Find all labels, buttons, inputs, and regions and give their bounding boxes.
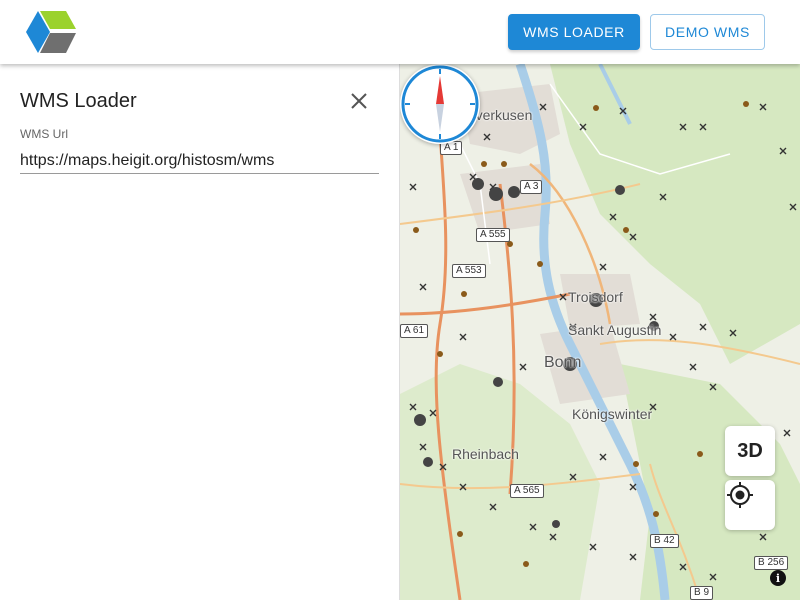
road-shield: A 3 [520, 180, 543, 194]
place-label-bonn: Bonn [544, 354, 582, 371]
road-shield: A 553 [452, 264, 486, 278]
wms-loader-button[interactable]: WMS LOADER [508, 14, 640, 50]
road-shield: B 9 [690, 586, 714, 600]
info-icon[interactable]: i [770, 570, 786, 586]
road-shield: A 555 [476, 228, 510, 242]
place-label-sankt-augustin: Sankt Augustin [568, 322, 662, 338]
road-shield: A 565 [510, 484, 544, 498]
panel-title: WMS Loader [20, 90, 137, 112]
close-icon[interactable] [348, 90, 370, 112]
locate-icon [727, 482, 753, 508]
wms-url-input[interactable] [20, 148, 379, 174]
place-label-rheinbach: Rheinbach [452, 446, 519, 462]
locate-button[interactable] [725, 480, 775, 530]
road-shield: A 61 [400, 324, 429, 338]
wms-loader-panel: WMS Loader WMS Url [0, 64, 400, 600]
3d-toggle-button[interactable]: 3D [725, 426, 775, 476]
compass-icon[interactable] [400, 64, 480, 144]
wms-url-label: WMS Url [20, 127, 68, 141]
demo-wms-button[interactable]: DEMO WMS [650, 14, 765, 50]
road-shield: B 256 [754, 556, 789, 570]
place-label-koenigswinter: Königswinter [572, 406, 653, 422]
top-bar: WMS LOADER DEMO WMS [0, 0, 800, 64]
cube-logo-icon [26, 11, 76, 53]
map-view[interactable]: Leverkusen Troisdorf Sankt Augustin Bonn… [400, 64, 800, 600]
place-label-troisdorf: Troisdorf [568, 289, 623, 305]
road-shield: B 42 [650, 534, 679, 548]
